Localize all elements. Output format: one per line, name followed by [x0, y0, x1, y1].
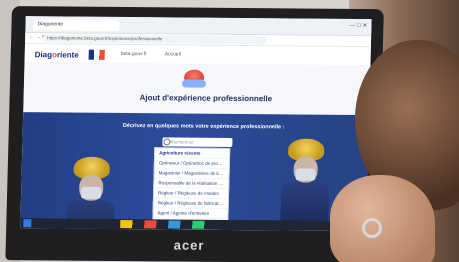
ring-icon [362, 218, 382, 238]
experience-prompt: Décrivez en quelques mots votre expérien… [122, 123, 285, 131]
person-hand [330, 175, 435, 262]
experience-banner: Décrivez en quelques mots votre expérien… [20, 112, 370, 232]
site-logo[interactable]: Diagoriente [35, 50, 79, 59]
suggestion-item[interactable]: Magasinier / Magasinière de bureau [154, 168, 229, 179]
worker-illustration-right [278, 138, 332, 227]
nav-link-beta[interactable]: beta.gouv.fr [121, 51, 147, 57]
government-flag-icon [88, 49, 105, 60]
suggestion-item[interactable]: Agent / Agente d'entretien [153, 208, 228, 219]
photo-scene: Diagoriente — □ ✕ ← → ⟳ https://diagorie… [0, 0, 459, 262]
logo-text-main: Diag [34, 50, 53, 60]
logo-text-rest: riente [56, 50, 79, 60]
laptop-brand-logo: acer [173, 237, 205, 253]
windows-taskbar [20, 218, 367, 232]
page-title: Ajout d'expérience professionnelle [139, 93, 273, 104]
browser-tab[interactable]: Diagoriente [33, 19, 120, 31]
search-input[interactable]: Rechercher [162, 137, 233, 147]
suggestion-item[interactable]: Opérateur / Opératrice de production [154, 158, 229, 169]
start-button-icon[interactable] [23, 219, 32, 228]
laptop-screen: Diagoriente — □ ✕ ← → ⟳ https://diagorie… [20, 16, 372, 232]
suggestion-item[interactable]: Régleur / Régleuse de fabrication [153, 198, 228, 209]
window-controls[interactable]: — □ ✕ [349, 22, 367, 29]
face-mask-icon [80, 186, 102, 199]
badge-base [181, 79, 207, 88]
suggestion-item[interactable]: Régleur / Régleuse de moules [153, 188, 229, 199]
laptop: Diagoriente — □ ✕ ← → ⟳ https://diagorie… [5, 6, 384, 262]
suggestion-item[interactable]: Responsable de la réalisation d'ouvrage [154, 178, 229, 189]
taskbar-app-icons[interactable] [120, 220, 241, 230]
hero-section: Ajout d'expérience professionnelle [23, 62, 371, 116]
face-mask-icon [295, 168, 316, 181]
suggestion-item[interactable]: Agriculture récente [154, 148, 230, 159]
nav-link-home[interactable]: Accueil [165, 51, 181, 57]
url-field[interactable]: https://diagoriente.beta.gouv.fr/experie… [43, 34, 268, 45]
